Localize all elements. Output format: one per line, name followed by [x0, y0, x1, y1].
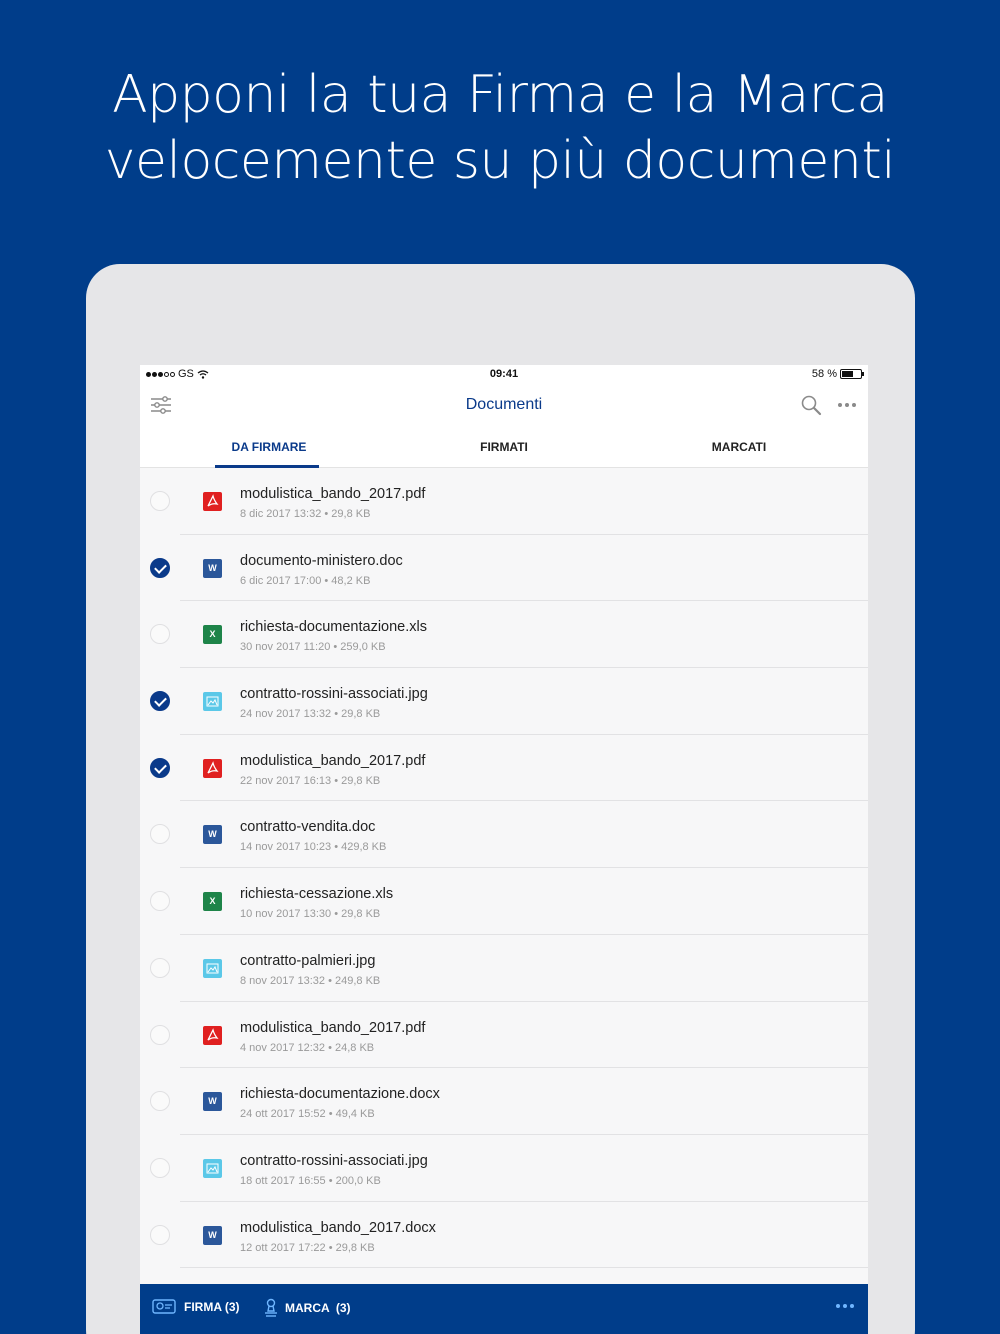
headline: Apponi la tua Firma e la Marca velocemen…	[0, 62, 1000, 194]
page-title: Documenti	[465, 396, 543, 413]
list-item[interactable]: contratto-rossini-associati.jpg 18 ott 20…	[140, 1135, 868, 1202]
list-item[interactable]: contratto-palmieri.jpg 8 nov 2017 13:32 •…	[140, 935, 868, 1002]
checkbox-unchecked[interactable]	[150, 491, 170, 511]
word-file-icon: W	[203, 1092, 222, 1112]
tab-bar: DA FIRMARE FIRMATI MARCATI	[140, 434, 868, 468]
checkbox-unchecked[interactable]	[150, 1157, 170, 1178]
headline-line-1: Apponi la tua Firma e la Marca	[112, 65, 888, 125]
file-name: richiesta-documentazione.xls	[240, 619, 427, 636]
list-item[interactable]: Wrichiesta-documentazione.docx 24 ott 201…	[140, 1068, 868, 1135]
ellipsis-icon[interactable]	[836, 396, 858, 414]
file-meta: 30 nov 2017 11:20 • 259,0 KB	[240, 641, 386, 654]
list-item[interactable]: modulistica_bando_2017.pdf 8 dic 2017 13:…	[140, 468, 868, 535]
file-name: richiesta-cessazione.xls	[240, 886, 394, 903]
file-meta: 6 dic 2017 17:00 • 48,2 KB	[240, 574, 371, 587]
file-name: richiesta-documentazione.docx	[240, 1086, 440, 1103]
file-meta: 10 nov 2017 13:30 • 29,8 KB	[240, 908, 381, 921]
file-name: documento-ministero.doc	[240, 552, 403, 569]
battery-icon	[840, 369, 864, 379]
checkbox-unchecked[interactable]	[150, 957, 170, 978]
list-item[interactable]: Xrichiesta-documentazione.xls 30 nov 2017…	[140, 601, 868, 668]
excel-file-icon: X	[203, 625, 222, 645]
file-name: contratto-rossini-associati.jpg	[240, 1152, 428, 1169]
status-time: 09:41	[489, 368, 519, 380]
file-name: modulistica_bando_2017.pdf	[240, 1019, 426, 1036]
image-file-icon	[203, 958, 222, 978]
pdf-file-icon	[203, 1025, 222, 1045]
stamp-icon	[265, 1298, 277, 1317]
tab-da-firmare[interactable]: DA FIRMARE	[189, 440, 349, 454]
file-name: modulistica_bando_2017.docx	[240, 1219, 436, 1236]
excel-file-icon: X	[203, 892, 222, 912]
image-file-icon	[203, 692, 222, 712]
tab-firmati[interactable]: FIRMATI	[424, 440, 584, 454]
checkbox-unchecked[interactable]	[150, 891, 170, 912]
signature-card-icon	[152, 1299, 176, 1314]
file-meta: 24 ott 2017 15:52 • 49,4 KB	[240, 1108, 375, 1121]
checkbox-unchecked[interactable]	[150, 824, 170, 845]
file-name: contratto-rossini-associati.jpg	[240, 686, 428, 703]
file-meta: 8 nov 2017 13:32 • 249,8 KB	[240, 974, 381, 987]
nav-bar: Documenti	[140, 384, 868, 434]
status-right: 58 %	[811, 368, 864, 380]
file-meta: 18 ott 2017 16:55 • 200,0 KB	[240, 1174, 381, 1187]
file-meta: 12 ott 2017 17:22 • 29,8 KB	[240, 1241, 375, 1254]
checkbox-checked[interactable]	[150, 757, 170, 778]
pdf-file-icon	[203, 492, 222, 511]
file-meta: 24 nov 2017 13:32 • 29,8 KB	[240, 708, 381, 721]
file-name: modulistica_bando_2017.pdf	[240, 486, 426, 502]
tab-marcati[interactable]: MARCATI	[659, 440, 819, 454]
search-icon[interactable]	[800, 394, 822, 416]
list-item[interactable]: contratto-rossini-associati.jpg 24 nov 20…	[140, 668, 868, 735]
marca-label: MARCA (3)	[285, 1301, 351, 1315]
status-bar: GS 09:41 58 %	[140, 365, 868, 384]
checkbox-checked[interactable]	[150, 691, 170, 712]
list-item[interactable]: modulistica_bando_2017.pdf 4 nov 2017 12:…	[140, 1002, 868, 1069]
word-file-icon: W	[203, 558, 222, 578]
checkbox-unchecked[interactable]	[150, 1024, 170, 1045]
file-meta: 4 nov 2017 12:32 • 24,8 KB	[240, 1041, 375, 1054]
file-meta: 14 nov 2017 10:23 • 429,8 KB	[240, 841, 387, 854]
marca-button[interactable]: MARCA (3)	[263, 1298, 351, 1318]
list-item[interactable]: Wmodulistica_bando_2017.docx 12 ott 2017 …	[140, 1202, 868, 1269]
checkbox-unchecked[interactable]	[150, 1224, 170, 1245]
document-list: modulistica_bando_2017.pdf 8 dic 2017 13:…	[140, 468, 868, 1268]
ellipsis-icon[interactable]	[834, 1302, 856, 1310]
list-item[interactable]: Wdocumento-ministero.doc 6 dic 2017 17:00…	[140, 535, 868, 602]
checkbox-unchecked[interactable]	[150, 1091, 170, 1112]
list-item[interactable]: Wcontratto-vendita.doc 14 nov 2017 10:23 …	[140, 801, 868, 868]
file-name: contratto-palmieri.jpg	[240, 952, 376, 969]
checkbox-checked[interactable]	[150, 557, 170, 578]
firma-label: FIRMA (3)	[184, 1300, 240, 1314]
firma-button[interactable]: FIRMA (3)	[152, 1298, 240, 1316]
checkbox-unchecked[interactable]	[150, 624, 170, 645]
word-file-icon: W	[203, 825, 222, 845]
headline-line-2: velocemente su più documenti	[104, 131, 896, 191]
file-meta: 8 dic 2017 13:32 • 29,8 KB	[240, 508, 371, 520]
bottom-action-bar: FIRMA (3) MARCA (3)	[140, 1284, 868, 1334]
list-item[interactable]: modulistica_bando_2017.pdf 22 nov 2017 16…	[140, 735, 868, 802]
word-file-icon: W	[203, 1225, 222, 1245]
battery-percent: 58 %	[811, 368, 837, 380]
image-file-icon	[203, 1158, 222, 1178]
app-screen: GS 09:41 58 % Documenti DA FIRMARE FIRMA…	[140, 365, 868, 1334]
file-name: modulistica_bando_2017.pdf	[240, 752, 426, 769]
list-item[interactable]: Xrichiesta-cessazione.xls 10 nov 2017 13:…	[140, 868, 868, 935]
file-meta: 22 nov 2017 16:13 • 29,8 KB	[240, 774, 381, 787]
file-name: contratto-vendita.doc	[240, 819, 376, 836]
pdf-file-icon	[203, 758, 222, 778]
